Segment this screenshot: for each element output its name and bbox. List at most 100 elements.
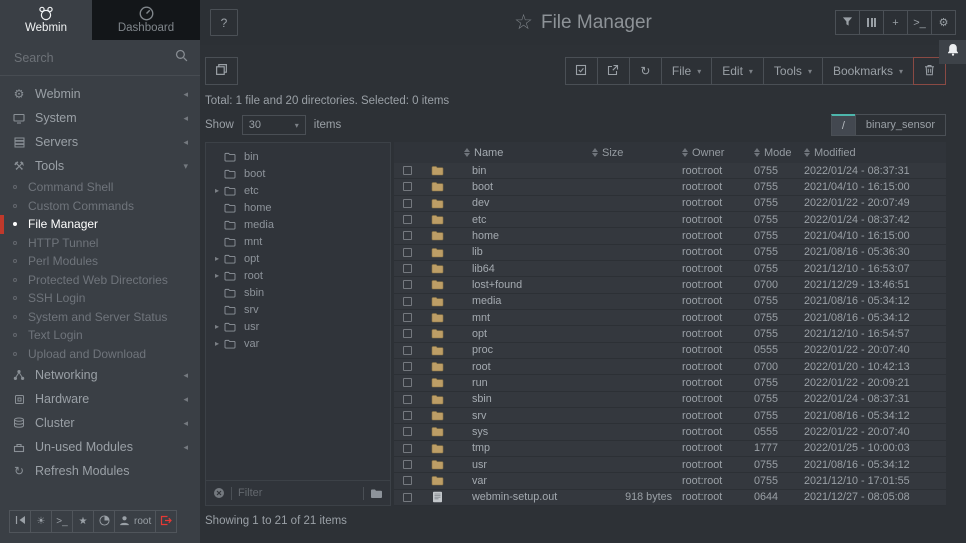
row-checkbox[interactable] xyxy=(403,395,412,404)
table-row[interactable]: devroot:root07552022/01/22 - 20:07:49 xyxy=(394,196,946,212)
sort-icon[interactable] xyxy=(592,148,598,157)
breadcrumb-segment-binary-sensor[interactable]: binary_sensor xyxy=(855,114,946,136)
tree-item-sbin[interactable]: sbin xyxy=(206,284,390,301)
file-name[interactable]: run xyxy=(454,377,592,389)
table-row[interactable]: optroot:root07552021/12/10 - 16:54:57 xyxy=(394,326,946,342)
table-row[interactable]: runroot:root07552022/01/22 - 20:09:21 xyxy=(394,375,946,391)
file-name[interactable]: usr xyxy=(454,459,592,471)
table-row[interactable]: mediaroot:root07552021/08/16 - 05:34:12 xyxy=(394,294,946,310)
row-checkbox[interactable] xyxy=(403,280,412,289)
file-name[interactable]: opt xyxy=(454,328,592,340)
language-button[interactable] xyxy=(93,510,115,533)
table-row[interactable]: rootroot:root07002022/01/20 - 10:42:13 xyxy=(394,359,946,375)
table-row[interactable]: bootroot:root07552021/04/10 - 16:15:00 xyxy=(394,179,946,195)
file-name[interactable]: tmp xyxy=(454,442,592,454)
row-checkbox[interactable] xyxy=(403,215,412,224)
row-checkbox[interactable] xyxy=(403,199,412,208)
menu-bookmarks[interactable]: Bookmarks▾ xyxy=(822,57,914,85)
chevron-right-icon[interactable]: ▸ xyxy=(206,186,220,195)
filter-button[interactable] xyxy=(835,10,860,35)
table-row[interactable]: homeroot:root07552021/04/10 - 16:15:00 xyxy=(394,228,946,244)
tree-item-etc[interactable]: ▸etc xyxy=(206,182,390,199)
file-name[interactable]: proc xyxy=(454,344,592,356)
sidebar-subitem-command-shell[interactable]: Command Shell xyxy=(0,178,200,197)
file-name[interactable]: webmin-setup.out xyxy=(454,491,592,503)
chevron-right-icon[interactable]: ▸ xyxy=(206,254,220,263)
row-checkbox[interactable] xyxy=(403,378,412,387)
sidebar-subitem-file-manager[interactable]: File Manager xyxy=(0,215,200,234)
row-checkbox[interactable] xyxy=(403,329,412,338)
menu-file[interactable]: File▾ xyxy=(661,57,712,85)
table-row[interactable]: lost+foundroot:root07002021/12/29 - 13:4… xyxy=(394,277,946,293)
menu-edit[interactable]: Edit▾ xyxy=(711,57,764,85)
row-checkbox[interactable] xyxy=(403,362,412,371)
tree-item-opt[interactable]: ▸opt xyxy=(206,250,390,267)
tree-item-mnt[interactable]: mnt xyxy=(206,233,390,250)
file-name[interactable]: var xyxy=(454,475,592,487)
sidebar-item-refresh-modules[interactable]: ↻Refresh Modules xyxy=(0,459,200,483)
terminal-button[interactable]: >_ xyxy=(907,10,932,35)
tree-item-var[interactable]: ▸var xyxy=(206,335,390,352)
row-checkbox[interactable] xyxy=(403,444,412,453)
table-row[interactable]: sysroot:root05552022/01/22 - 20:07:40 xyxy=(394,424,946,440)
file-name[interactable]: bin xyxy=(454,165,592,177)
sidebar-item-system[interactable]: System◂ xyxy=(0,106,200,130)
breadcrumb-segment-root[interactable]: / xyxy=(831,114,856,136)
sidebar-subitem-custom-commands[interactable]: Custom Commands xyxy=(0,197,200,216)
export-button[interactable] xyxy=(597,57,630,85)
row-checkbox[interactable] xyxy=(403,264,412,273)
sort-icon[interactable] xyxy=(754,148,760,157)
copy-path-button[interactable] xyxy=(205,57,238,85)
sidebar-item-cluster[interactable]: Cluster◂ xyxy=(0,411,200,435)
table-row[interactable]: srvroot:root07552021/08/16 - 05:34:12 xyxy=(394,408,946,424)
row-checkbox[interactable] xyxy=(403,427,412,436)
table-row[interactable]: mntroot:root07552021/08/16 - 05:34:12 xyxy=(394,310,946,326)
file-name[interactable]: sys xyxy=(454,426,592,438)
sidebar-subitem-system-and-server-status[interactable]: System and Server Status xyxy=(0,308,200,327)
table-row[interactable]: libroot:root07552021/08/16 - 05:36:30 xyxy=(394,245,946,261)
sidebar-subitem-ssh-login[interactable]: SSH Login xyxy=(0,289,200,308)
tree-item-usr[interactable]: ▸usr xyxy=(206,318,390,335)
file-name[interactable]: lib64 xyxy=(454,263,592,275)
sidebar-subitem-text-login[interactable]: Text Login xyxy=(0,326,200,345)
column-header-owner[interactable]: Owner xyxy=(692,147,724,159)
columns-button[interactable] xyxy=(859,10,884,35)
table-row[interactable]: sbinroot:root07552022/01/24 - 08:37:31 xyxy=(394,392,946,408)
tab-webmin[interactable]: Webmin xyxy=(0,0,92,40)
table-row[interactable]: procroot:root05552022/01/22 - 20:07:40 xyxy=(394,343,946,359)
chevron-right-icon[interactable]: ▸ xyxy=(206,339,220,348)
column-header-size[interactable]: Size xyxy=(602,147,623,159)
sidebar-item-networking[interactable]: Networking◂ xyxy=(0,363,200,387)
row-checkbox[interactable] xyxy=(403,411,412,420)
sidebar-subitem-upload-and-download[interactable]: Upload and Download xyxy=(0,345,200,364)
file-name[interactable]: srv xyxy=(454,410,592,422)
clear-filter-icon[interactable] xyxy=(213,487,225,499)
sidebar-subitem-http-tunnel[interactable]: HTTP Tunnel xyxy=(0,234,200,253)
table-row[interactable]: webmin-setup.out918 bytesroot:root064420… xyxy=(394,490,946,506)
add-button[interactable]: + xyxy=(883,10,908,35)
file-name[interactable]: etc xyxy=(454,214,592,226)
table-row[interactable]: binroot:root07552022/01/24 - 08:37:31 xyxy=(394,163,946,179)
select-all-button[interactable] xyxy=(565,57,598,85)
sidebar-item-hardware[interactable]: Hardware◂ xyxy=(0,387,200,411)
sort-icon[interactable] xyxy=(804,148,810,157)
tree-item-home[interactable]: home xyxy=(206,199,390,216)
logout-button[interactable] xyxy=(155,510,177,533)
row-checkbox[interactable] xyxy=(403,476,412,485)
table-row[interactable]: lib64root:root07552021/12/10 - 16:53:07 xyxy=(394,261,946,277)
sidebar-subitem-protected-web-directories[interactable]: Protected Web Directories xyxy=(0,271,200,290)
table-row[interactable]: etcroot:root07552022/01/24 - 08:37:42 xyxy=(394,212,946,228)
row-checkbox[interactable] xyxy=(403,248,412,257)
sidebar-item-un-used-modules[interactable]: Un-used Modules◂ xyxy=(0,435,200,459)
file-name[interactable]: root xyxy=(454,361,592,373)
column-header-modified[interactable]: Modified xyxy=(814,147,856,159)
chevron-right-icon[interactable]: ▸ xyxy=(206,271,220,280)
table-row[interactable]: usrroot:root07552021/08/16 - 05:34:12 xyxy=(394,457,946,473)
sidebar-subitem-perl-modules[interactable]: Perl Modules xyxy=(0,252,200,271)
file-name[interactable]: boot xyxy=(454,181,592,193)
sort-icon[interactable] xyxy=(682,148,688,157)
filter-input[interactable] xyxy=(238,487,357,499)
column-header-name[interactable]: Name xyxy=(474,147,503,159)
search-input[interactable] xyxy=(14,51,175,65)
sidebar-item-tools[interactable]: ⚒Tools▾ xyxy=(0,154,200,178)
